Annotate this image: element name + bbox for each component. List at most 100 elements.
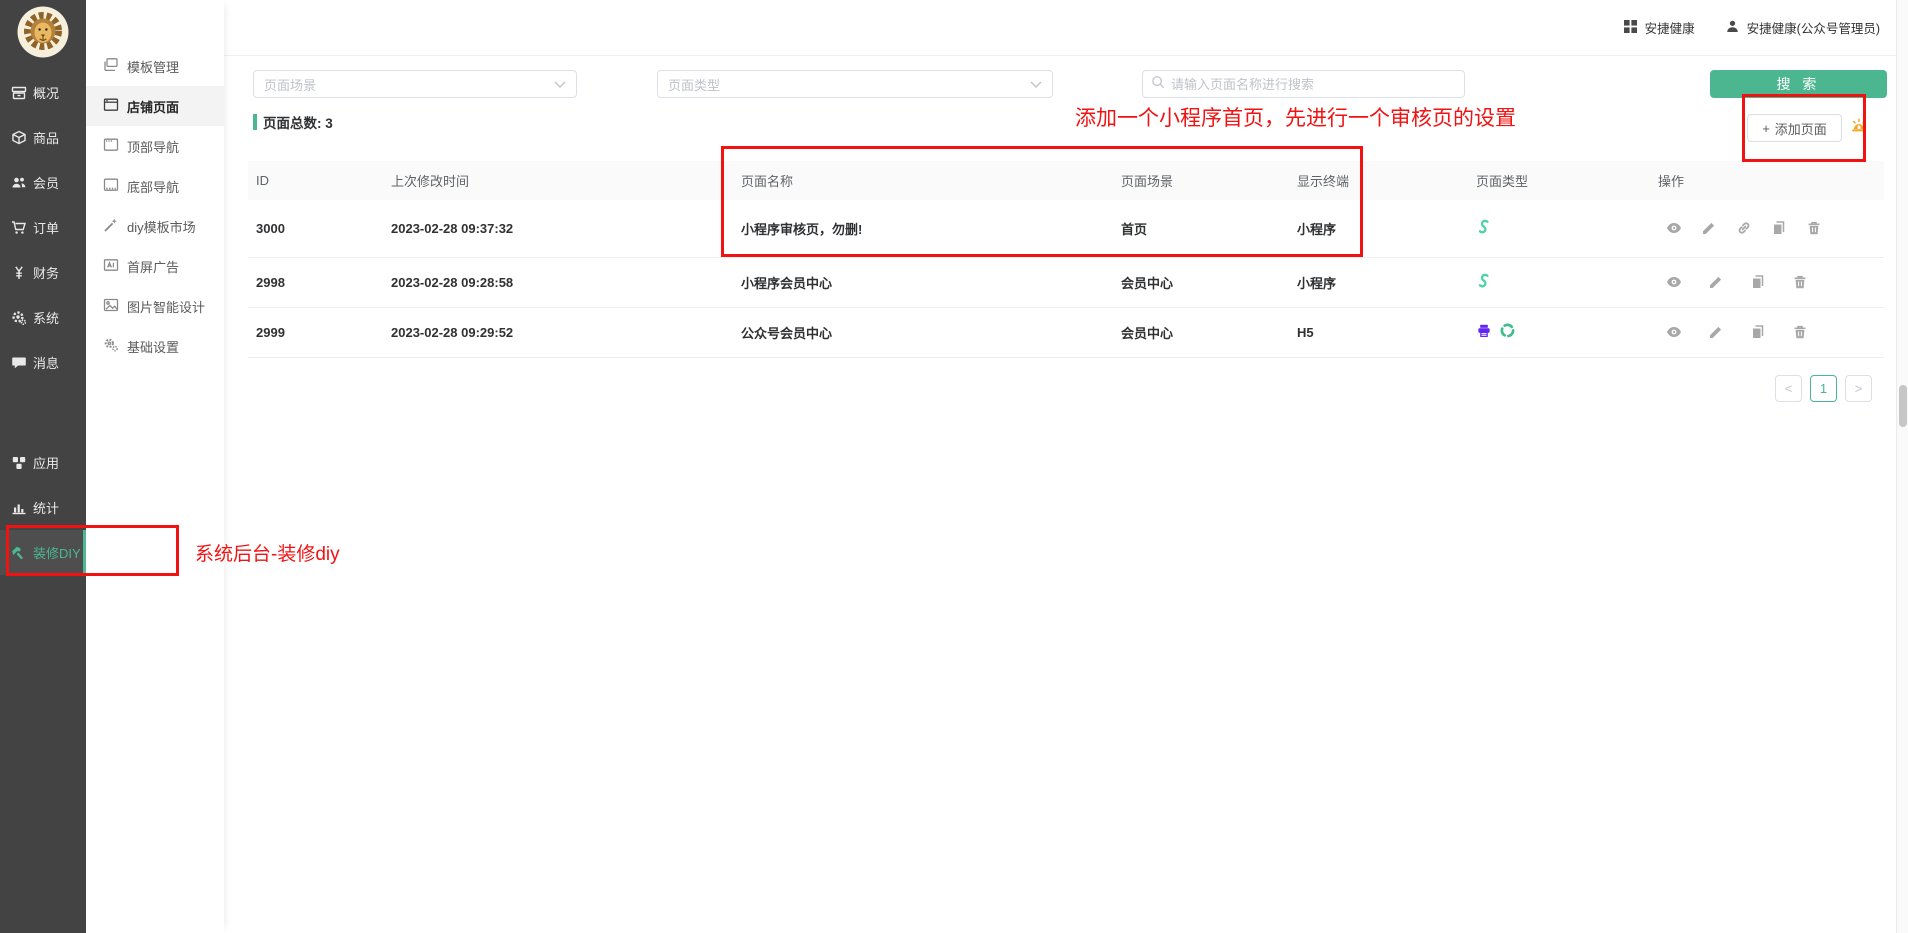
type-select[interactable]: 页面类型 <box>657 70 1053 98</box>
cell-terminal: H5 <box>1289 307 1468 357</box>
submenu-item-label: 底部导航 <box>127 177 179 196</box>
pagination-next[interactable]: > <box>1845 375 1872 402</box>
search-button[interactable]: 搜 索 <box>1710 70 1887 98</box>
submenu-item-label: 图片智能设计 <box>127 297 205 316</box>
sidebar-item-orders[interactable]: 订单 <box>0 205 86 250</box>
cell-type <box>1468 307 1650 357</box>
copy-icon[interactable] <box>1771 220 1787 236</box>
edit-icon[interactable] <box>1701 220 1717 236</box>
sidebar-item-members[interactable]: 会员 <box>0 160 86 205</box>
sidebar-item-finance[interactable]: 财务 <box>0 250 86 295</box>
user-menu[interactable]: 安捷健康(公众号管理员) <box>1725 18 1880 37</box>
bottom-nav-icon <box>103 177 119 196</box>
chevron-down-icon <box>1030 77 1042 92</box>
cell-actions <box>1650 257 1884 307</box>
cell-type <box>1468 200 1650 257</box>
submenu-item-image-smart-design[interactable]: 图片智能设计 <box>86 286 224 326</box>
submenu-item-template-manage[interactable]: 模板管理 <box>86 46 224 86</box>
submenu-item-basic-settings[interactable]: 基础设置 <box>86 326 224 366</box>
miniprogram-icon <box>1476 218 1493 238</box>
top-nav-icon <box>103 137 119 156</box>
statistics-chart-icon <box>11 500 27 516</box>
org-name: 安捷健康 <box>1645 18 1695 37</box>
sidebar-item-decorate-diy[interactable]: 装修DIY <box>0 530 86 575</box>
pagination: < 1 > <box>1775 375 1872 402</box>
sidebar-item-label: 统计 <box>33 498 59 517</box>
submenu-item-top-nav[interactable]: 顶部导航 <box>86 126 224 166</box>
submenu-item-splash-ad[interactable]: 首屏广告 <box>86 246 224 286</box>
diy-market-wand-icon <box>103 217 119 236</box>
pagination-page-1[interactable]: 1 <box>1810 375 1837 402</box>
sidebar-item-system[interactable]: 系统 <box>0 295 86 340</box>
plus-icon: + <box>1762 121 1770 136</box>
orders-icon <box>11 220 27 236</box>
view-icon[interactable] <box>1666 274 1682 290</box>
sidebar-item-label: 财务 <box>33 263 59 282</box>
cell-id: 3000 <box>248 200 383 257</box>
user-person-icon <box>1725 19 1740 37</box>
scrollbar-thumb[interactable] <box>1899 385 1907 427</box>
add-page-button[interactable]: + 添加页面 <box>1747 114 1842 142</box>
apps-cubes-icon <box>11 455 27 471</box>
decorate-hammer-icon <box>11 545 27 561</box>
delete-icon[interactable] <box>1806 220 1822 236</box>
members-icon <box>11 175 27 191</box>
scrollbar[interactable] <box>1896 0 1908 933</box>
delete-icon[interactable] <box>1792 324 1808 340</box>
cell-modified: 2023-02-28 09:29:52 <box>383 307 733 357</box>
view-icon[interactable] <box>1666 220 1682 236</box>
link-icon[interactable] <box>1736 220 1752 236</box>
col-name: 页面名称 <box>733 161 1113 200</box>
sidebar-item-statistics[interactable]: 统计 <box>0 485 86 530</box>
sidebar-item-overview[interactable]: 概况 <box>0 70 86 115</box>
submenu-item-bottom-nav[interactable]: 底部导航 <box>86 166 224 206</box>
total-text: 页面总数: 3 <box>263 112 333 132</box>
cell-modified: 2023-02-28 09:28:58 <box>383 257 733 307</box>
shop-pages-icon <box>103 97 119 116</box>
delete-icon[interactable] <box>1792 274 1808 290</box>
scene-select[interactable]: 页面场景 <box>253 70 577 98</box>
lion-logo-icon <box>17 6 69 58</box>
sidebar-item-messages[interactable]: 消息 <box>0 340 86 385</box>
sidebar-item-apps[interactable]: 应用 <box>0 440 86 485</box>
annotation-note-decorate-diy: 系统后台-装修diy <box>195 539 340 566</box>
sidebar-item-goods[interactable]: 商品 <box>0 115 86 160</box>
finance-yuan-icon <box>11 265 27 281</box>
submenu-item-diy-template-market[interactable]: diy模板市场 <box>86 206 224 246</box>
sidebar-bottom-nav: 应用 统计 装修DIY <box>0 440 86 575</box>
org-switcher[interactable]: 安捷健康 <box>1623 18 1695 37</box>
goods-icon <box>11 130 27 146</box>
app-logo <box>17 6 69 58</box>
main-nav: 概况 商品 会员 订单 财务 系统 <box>0 70 86 385</box>
cell-name: 公众号会员中心 <box>733 307 1113 357</box>
user-name: 安捷健康(公众号管理员) <box>1747 18 1880 37</box>
col-scene: 页面场景 <box>1113 161 1289 200</box>
topbar: 安捷健康 安捷健康(公众号管理员) <box>224 0 1896 56</box>
cell-modified: 2023-02-28 09:37:32 <box>383 200 733 257</box>
splash-ad-icon <box>103 257 119 276</box>
browser-cycle-icon <box>1499 322 1516 342</box>
cell-id: 2998 <box>248 257 383 307</box>
sidebar-item-label: 系统 <box>33 308 59 327</box>
sidebar-item-label: 应用 <box>33 453 59 472</box>
table-row: 3000 2023-02-28 09:37:32 小程序审核页，勿删! 首页 小… <box>248 200 1884 257</box>
type-select-placeholder: 页面类型 <box>668 75 720 94</box>
view-icon[interactable] <box>1666 324 1682 340</box>
cell-scene: 会员中心 <box>1113 257 1289 307</box>
pagination-prev[interactable]: < <box>1775 375 1802 402</box>
edit-icon[interactable] <box>1708 274 1724 290</box>
annotation-note-add-page: 添加一个小程序首页，先进行一个审核页的设置 <box>1075 102 1516 132</box>
submenu-item-label: 基础设置 <box>127 337 179 356</box>
col-id: ID <box>248 161 383 200</box>
alarm-icon[interactable] <box>1849 116 1869 136</box>
cell-terminal: 小程序 <box>1289 200 1468 257</box>
add-page-label: 添加页面 <box>1775 119 1827 138</box>
search-input[interactable] <box>1171 77 1456 92</box>
submenu-item-shop-pages[interactable]: 店铺页面 <box>86 86 224 126</box>
edit-icon[interactable] <box>1708 324 1724 340</box>
copy-icon[interactable] <box>1750 324 1766 340</box>
table-row: 2998 2023-02-28 09:28:58 小程序会员中心 会员中心 小程… <box>248 257 1884 307</box>
table-row: 2999 2023-02-28 09:29:52 公众号会员中心 会员中心 H5 <box>248 307 1884 357</box>
copy-icon[interactable] <box>1750 274 1766 290</box>
cell-name: 小程序会员中心 <box>733 257 1113 307</box>
